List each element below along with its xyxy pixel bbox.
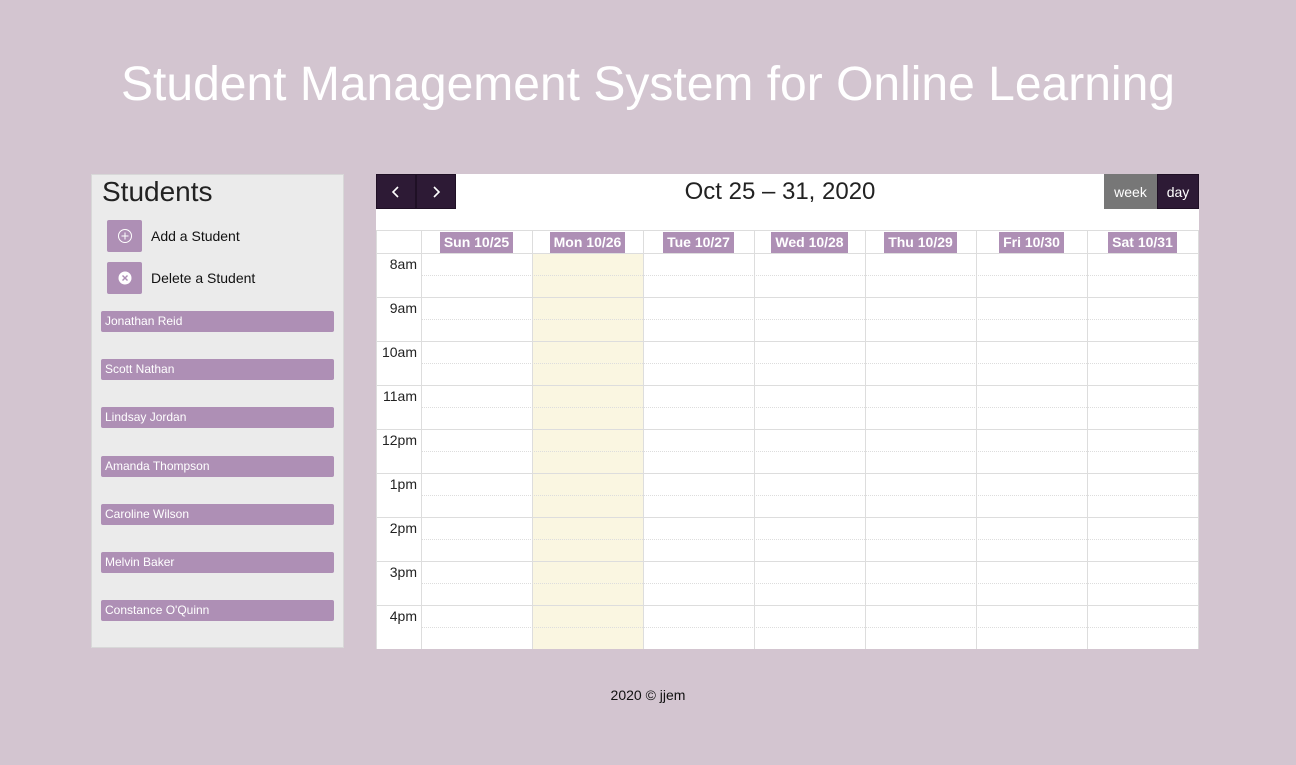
grid-column-line [754, 231, 755, 649]
date-range-title: Oct 25 – 31, 2020 [684, 178, 876, 205]
student-item[interactable]: Caroline Wilson [101, 504, 334, 525]
grid-half-hour-line [421, 539, 1199, 540]
plus-circle-icon[interactable] [107, 220, 142, 252]
students-sidebar: Students Add a Student Delete a Student … [91, 174, 344, 648]
day-header-label: Sat 10/31 [1108, 231, 1177, 253]
time-label: 10am [381, 344, 417, 360]
add-student-label: Add a Student [151, 228, 240, 244]
day-header-label: Mon 10/26 [549, 231, 626, 253]
grid-column-line [532, 231, 533, 649]
grid-hour-line [376, 473, 1199, 474]
grid-hour-line [376, 429, 1199, 430]
day-header-sun[interactable]: Sun 10/25 [421, 231, 532, 253]
day-header-thu[interactable]: Thu 10/29 [865, 231, 976, 253]
day-header-label: Thu 10/29 [884, 231, 957, 253]
grid-header-line [376, 253, 1199, 254]
grid-half-hour-line [421, 275, 1199, 276]
time-label: 2pm [389, 520, 417, 536]
delete-student-label: Delete a Student [151, 270, 256, 286]
student-item[interactable]: Amanda Thompson [101, 456, 334, 477]
calendar: Oct 25 – 31, 2020 week day Sun 10/25 Mon… [376, 174, 1199, 649]
grid-column-line [643, 231, 644, 649]
time-label: 4pm [389, 608, 417, 624]
week-grid: Sun 10/25 Mon 10/26 Tue 10/27 Wed 10/28 … [376, 230, 1199, 649]
add-student-button[interactable]: Add a Student [107, 220, 240, 252]
grid-half-hour-line [421, 363, 1199, 364]
student-item[interactable]: Melvin Baker [101, 552, 334, 573]
students-heading: Students [102, 176, 213, 207]
grid-half-hour-line [421, 627, 1199, 628]
day-header-mon[interactable]: Mon 10/26 [532, 231, 643, 253]
grid-column-line [976, 231, 977, 649]
time-label: 9am [389, 300, 417, 316]
day-header-label: Fri 10/30 [999, 231, 1064, 253]
student-item[interactable]: Constance O'Quinn [101, 600, 334, 621]
week-view-button[interactable]: week [1104, 174, 1157, 209]
day-header-label: Wed 10/28 [771, 231, 848, 253]
x-circle-icon[interactable] [107, 262, 142, 294]
grid-hour-line [376, 517, 1199, 518]
student-item[interactable]: Jonathan Reid [101, 311, 334, 332]
grid-column-line [421, 231, 422, 649]
grid-column-line [865, 231, 866, 649]
student-item[interactable]: Lindsay Jordan [101, 407, 334, 428]
student-item[interactable]: Scott Nathan [101, 359, 334, 380]
grid-hour-line [376, 341, 1199, 342]
grid-hour-line [376, 385, 1199, 386]
grid-hour-line [376, 297, 1199, 298]
grid-half-hour-line [421, 495, 1199, 496]
time-label: 11am [383, 388, 417, 404]
time-label: 1pm [389, 476, 417, 492]
grid-half-hour-line [421, 407, 1199, 408]
grid-hour-line [376, 561, 1199, 562]
day-header-label: Sun 10/25 [439, 231, 514, 253]
grid-hour-line [376, 605, 1199, 606]
day-header-sat[interactable]: Sat 10/31 [1087, 231, 1198, 253]
day-header-wed[interactable]: Wed 10/28 [754, 231, 865, 253]
time-label: 12pm [381, 432, 417, 448]
grid-column-line [1087, 231, 1088, 649]
day-header-tue[interactable]: Tue 10/27 [643, 231, 754, 253]
time-label: 3pm [389, 564, 417, 580]
footer-copyright: 2020 © jjem [610, 687, 686, 703]
grid-half-hour-line [421, 583, 1199, 584]
page-title: Student Management System for Online Lea… [121, 58, 1175, 111]
day-header-label: Tue 10/27 [663, 231, 734, 253]
delete-student-button[interactable]: Delete a Student [107, 262, 255, 294]
time-label: 8am [389, 256, 417, 272]
grid-half-hour-line [421, 451, 1199, 452]
grid-column-line [1198, 231, 1199, 649]
day-header-fri[interactable]: Fri 10/30 [976, 231, 1087, 253]
day-view-button[interactable]: day [1157, 174, 1199, 209]
grid-half-hour-line [421, 319, 1199, 320]
